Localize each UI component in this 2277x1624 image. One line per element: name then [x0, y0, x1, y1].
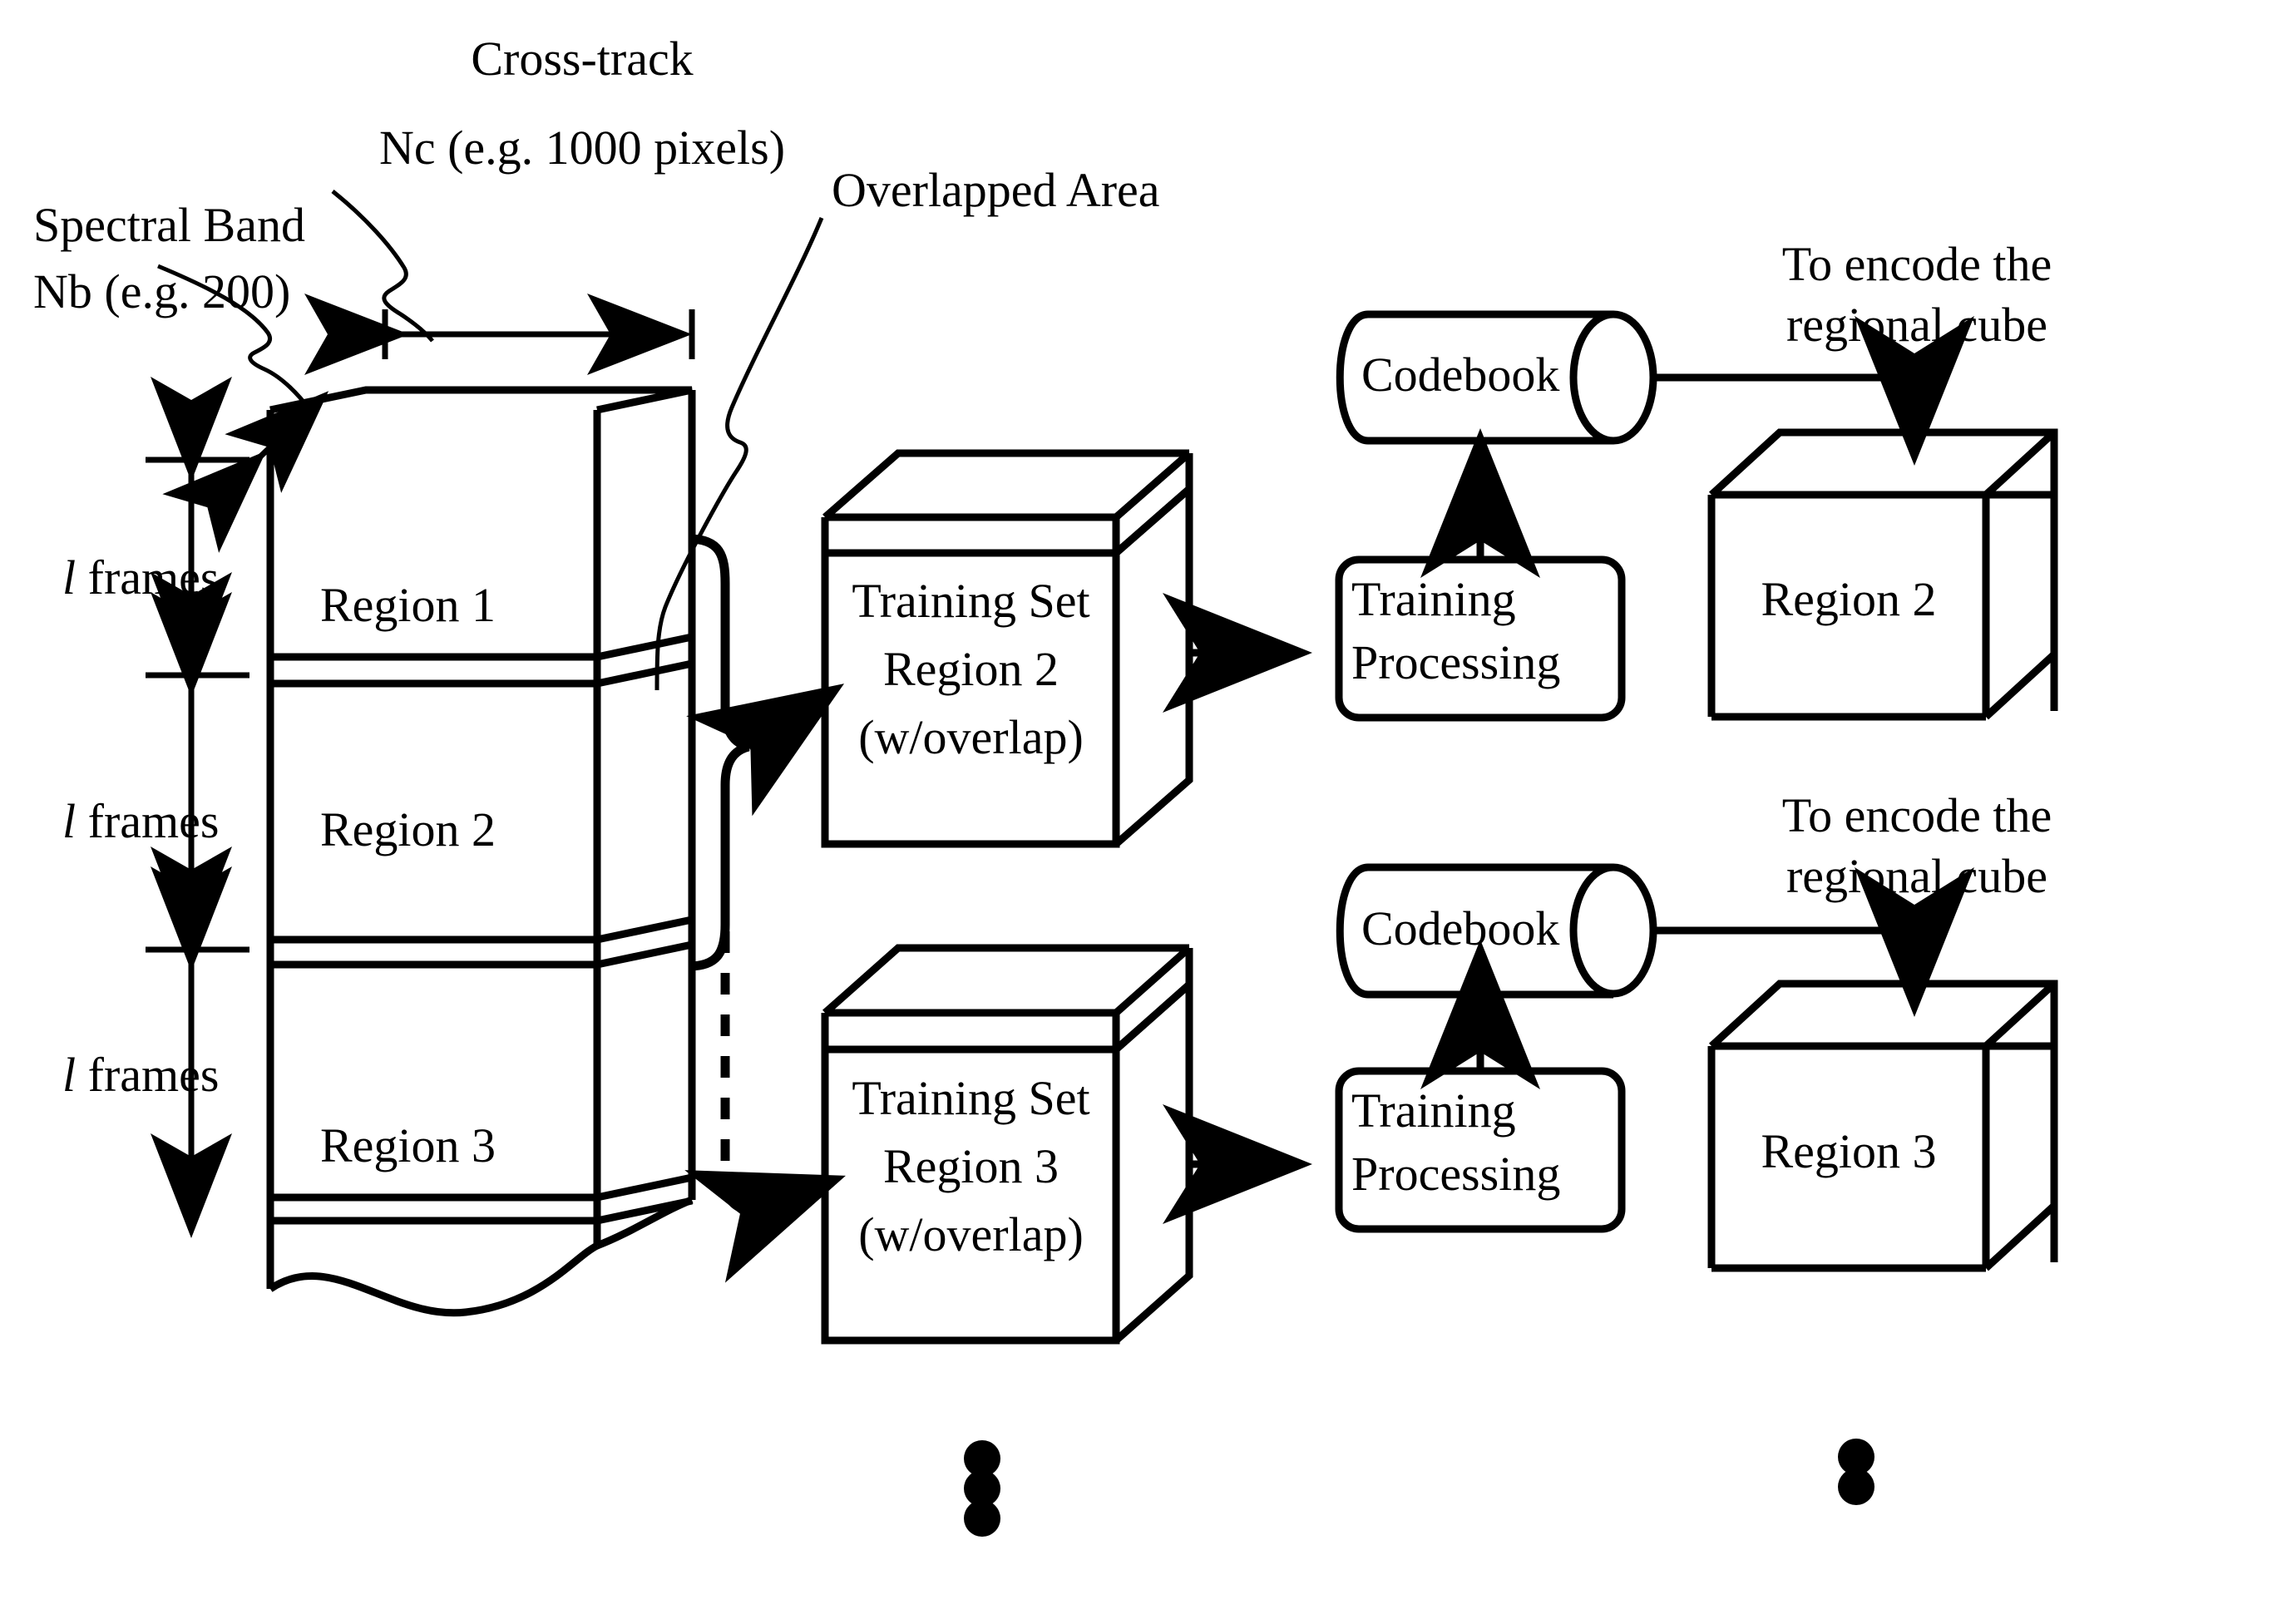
- training-processing-2-line1: Training: [1351, 1083, 1516, 1138]
- training-set-2-line3: (w/overlap): [858, 710, 1084, 764]
- region2-brace: [688, 534, 750, 971]
- codebook-1-label: Codebook: [1361, 348, 1560, 402]
- middle-column-continuation-dots: [964, 1440, 1000, 1537]
- training-set-3-line2: Region 3: [882, 1139, 1059, 1193]
- source-region-2-label: Region 2: [320, 802, 496, 856]
- frames-label-2: l frames: [62, 794, 219, 849]
- arrow-codebook1-to-region2cube: [1653, 316, 1974, 466]
- region3-brace-hook: [720, 1180, 750, 1216]
- output-cube-3-label: Region 3: [1761, 1124, 1937, 1178]
- frames-italic-l-1: l: [62, 550, 77, 605]
- overlapped-area-leader: [654, 217, 824, 691]
- training-processing-1-line2: Processing: [1351, 635, 1561, 689]
- training-set-3-line1: Training Set: [852, 1071, 1090, 1125]
- arrow-codebook2-to-region3cube: [1653, 867, 1974, 1017]
- frames-italic-l-3: l: [62, 1048, 77, 1102]
- training-set-2-line2: Region 2: [882, 642, 1059, 696]
- encode-note-1-line2: regional cube: [1786, 298, 2047, 352]
- encode-note-2-line1: To encode the: [1781, 788, 2052, 842]
- spectral-band-label-line2: Nb (e.g. 200): [33, 264, 291, 318]
- training-processing-2-line2: Processing: [1351, 1147, 1561, 1201]
- encode-note-2-line2: regional cube: [1786, 849, 2047, 903]
- training-set-2-line1: Training Set: [852, 574, 1090, 628]
- encode-note-1-line1: To encode the: [1781, 237, 2052, 291]
- figure-canvas: Cross-track Nc (e.g. 1000 pixels) Spectr…: [0, 0, 2277, 1624]
- frames-label-1: l frames: [62, 550, 219, 605]
- overlapped-area-label: Overlapped Area: [832, 163, 1160, 217]
- frames-word-3: frames: [87, 1048, 220, 1102]
- source-region-3-label: Region 3: [320, 1118, 496, 1172]
- frames-italic-l-2: l: [62, 794, 77, 848]
- spectral-band-label-line1: Spectral Band: [33, 198, 305, 252]
- codebook-2-label: Codebook: [1361, 901, 1560, 955]
- frames-word-2: frames: [87, 794, 220, 848]
- frames-label-3: l frames: [62, 1048, 219, 1103]
- training-processing-1-line1: Training: [1351, 572, 1516, 626]
- training-set-3-line3: (w/overlap): [858, 1207, 1084, 1261]
- output-cube-2-label: Region 2: [1761, 572, 1937, 626]
- frames-word-1: frames: [87, 550, 220, 605]
- cross-track-label-line2: Nc (e.g. 1000 pixels): [378, 121, 786, 175]
- source-region-1-label: Region 1: [320, 578, 496, 632]
- cross-track-label-line1: Cross-track: [471, 32, 694, 86]
- right-column-continuation-dots: [1838, 1439, 1874, 1505]
- cross-track-dimension: [304, 294, 695, 375]
